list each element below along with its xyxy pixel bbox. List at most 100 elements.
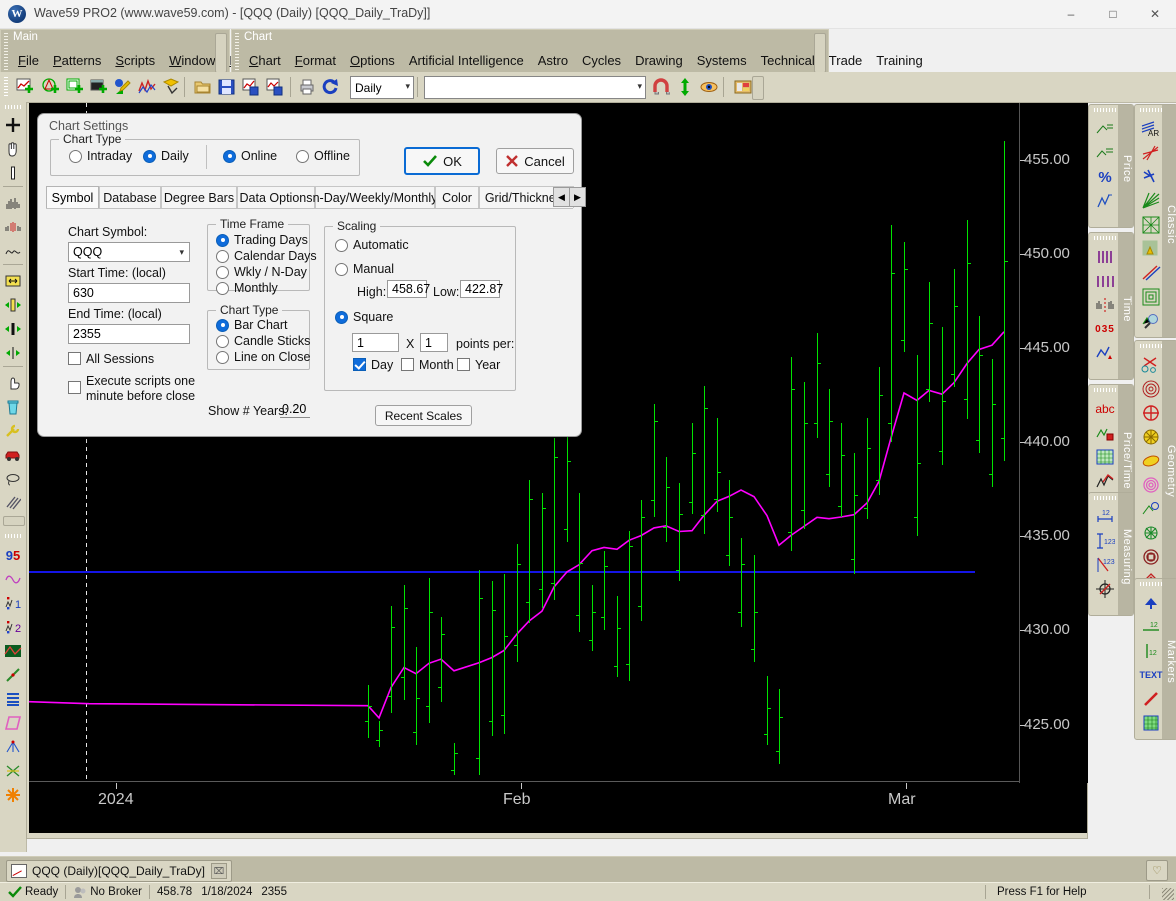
chart-tab-close-icon[interactable]: ⌧ (210, 863, 227, 879)
crosshair-icon[interactable] (2, 114, 24, 136)
time-axis[interactable]: 2024 Feb Mar (29, 783, 1087, 833)
new-window-icon[interactable] (88, 76, 110, 98)
print-icon[interactable] (296, 76, 318, 98)
text-icon[interactable]: TEXT (1139, 663, 1163, 687)
measure-compass-icon[interactable] (1093, 577, 1117, 601)
trash-icon[interactable] (2, 396, 24, 418)
markers-toolbar-grip[interactable] (1140, 582, 1162, 586)
time-bars-icon[interactable] (1093, 245, 1117, 269)
tab-data-options[interactable]: Data Options (237, 186, 315, 208)
green-star-icon[interactable] (1139, 521, 1163, 545)
radio-trading-days[interactable]: Trading Days (216, 233, 308, 247)
radio-automatic[interactable]: Automatic (335, 238, 409, 252)
expand-shift-icon[interactable] (2, 318, 24, 340)
expand-left-icon[interactable] (2, 294, 24, 316)
sine-wave-icon[interactable] (2, 568, 24, 590)
magnifier-icon[interactable] (1139, 309, 1163, 333)
chart-menu-sizer[interactable] (814, 33, 826, 73)
abc-icon[interactable]: abc (1093, 397, 1117, 421)
menu-patterns[interactable]: Patterns (46, 51, 108, 70)
tab-nday-weekly-monthly[interactable]: n-Day/Weekly/Monthly (313, 186, 437, 208)
gann-box-icon[interactable] (1139, 237, 1163, 261)
toolbar-grip-1[interactable] (4, 77, 8, 97)
pink-spiral-icon[interactable] (1139, 473, 1163, 497)
menu-astro[interactable]: Astro (531, 51, 575, 70)
horiz-label-icon[interactable]: 12 (1139, 615, 1163, 639)
tab-degree-bars[interactable]: Degree Bars (161, 186, 237, 208)
day-checkbox[interactable]: Day (353, 358, 393, 372)
price-levels-icon[interactable] (1093, 117, 1117, 141)
new-chart-icon[interactable] (14, 76, 36, 98)
heart-icon[interactable]: ♡ (1146, 860, 1168, 881)
radio-online[interactable]: Online (223, 149, 277, 163)
star-icon[interactable] (2, 784, 24, 806)
zigzag-marker-icon[interactable] (1093, 341, 1117, 365)
recent-scales-button[interactable]: Recent Scales (375, 405, 472, 426)
hand-icon[interactable] (2, 138, 24, 160)
tab-prev-button[interactable]: ◀ (553, 187, 570, 207)
measure-vertical-icon[interactable]: 123 (1093, 529, 1117, 553)
radio-candle-sticks[interactable]: Candle Sticks (216, 334, 310, 348)
square-y-input[interactable]: 1 (420, 333, 448, 352)
menu-systems[interactable]: Systems (690, 51, 754, 70)
time-pattern-icon[interactable] (1093, 293, 1117, 317)
main-menu-grip[interactable] (4, 33, 8, 73)
zigzag-red-icon[interactable] (1093, 469, 1117, 493)
vert-label-icon[interactable]: 12 (1139, 639, 1163, 663)
square-x-input[interactable]: 1 (352, 333, 399, 352)
vector-icon[interactable] (1139, 497, 1163, 521)
square-spiral-icon[interactable] (1139, 285, 1163, 309)
menu-artificial-intelligence[interactable]: Artificial Intelligence (402, 51, 531, 70)
picture-icon[interactable] (732, 76, 754, 98)
measure-horizontal-icon[interactable]: 12 (1093, 505, 1117, 529)
price-axis[interactable]: 455.00 450.00 445.00 440.00 435.00 430.00 425.… (1019, 103, 1088, 783)
timeframe-select[interactable]: Daily ▾ (350, 76, 414, 99)
year-checkbox[interactable]: Year (457, 358, 500, 372)
concentric-circles-icon[interactable] (1139, 377, 1163, 401)
tab-next-button[interactable]: ▶ (569, 187, 586, 207)
percent-icon[interactable]: % (1093, 165, 1117, 189)
radio-wkly-nday[interactable]: Wkly / N-Day (216, 265, 307, 279)
yellow-flower-icon[interactable] (1139, 425, 1163, 449)
time-toolbar-grip[interactable] (1094, 236, 1116, 240)
numbers-035-icon[interactable]: 035 (1093, 317, 1117, 341)
show-years-input[interactable]: 0.20 (280, 400, 310, 418)
andrews-pitchfork-icon[interactable]: AR (1139, 117, 1163, 141)
menu-format[interactable]: Format (288, 51, 343, 70)
resize-grip[interactable] (1162, 888, 1174, 900)
low-input[interactable]: 422.87 (460, 280, 503, 298)
fan-rays-icon[interactable] (1139, 189, 1163, 213)
open-folder-icon[interactable] (192, 76, 214, 98)
new-astro-icon[interactable] (40, 76, 62, 98)
scissors-icon[interactable] (1139, 353, 1163, 377)
magnet-icon[interactable] (650, 76, 672, 98)
execute-scripts-checkbox[interactable]: Execute scripts one minute before close (68, 374, 196, 404)
menu-technical[interactable]: Technical (754, 51, 822, 70)
close-button[interactable]: ✕ (1134, 0, 1176, 28)
symbol-search-input[interactable]: ▾ (424, 76, 646, 99)
radio-square[interactable]: Square (335, 310, 393, 324)
price-time-tag-icon[interactable] (1093, 421, 1117, 445)
cursor-bar-icon[interactable] (2, 162, 24, 184)
indicator-icon[interactable] (136, 76, 158, 98)
measuring-toolbar-grip[interactable] (1094, 496, 1116, 500)
menu-training[interactable]: Training (869, 51, 929, 70)
expand-narrow-icon[interactable] (2, 342, 24, 364)
save-chart-icon[interactable] (240, 76, 262, 98)
pointer-icon[interactable] (2, 372, 24, 394)
toolbar-sizer[interactable] (752, 76, 764, 100)
chart-menu-grip[interactable] (235, 33, 239, 73)
price-time-toolbar-grip[interactable] (1094, 388, 1116, 392)
radio-daily[interactable]: Daily (143, 149, 189, 163)
end-time-input[interactable]: 2355 (68, 324, 190, 344)
high-input[interactable]: 458.67 (387, 280, 430, 298)
gann-fan-icon[interactable] (1139, 165, 1163, 189)
left-toolbar-sizer[interactable] (3, 516, 25, 526)
trendline-icon[interactable] (2, 664, 24, 686)
tab-symbol[interactable]: Symbol (46, 186, 99, 208)
lasso-icon[interactable] (2, 468, 24, 490)
tab-database[interactable]: Database (99, 186, 161, 208)
classic-toolbar-grip[interactable] (1140, 108, 1162, 112)
crossed-circle-icon[interactable] (1139, 401, 1163, 425)
menu-file[interactable]: File (11, 51, 46, 70)
